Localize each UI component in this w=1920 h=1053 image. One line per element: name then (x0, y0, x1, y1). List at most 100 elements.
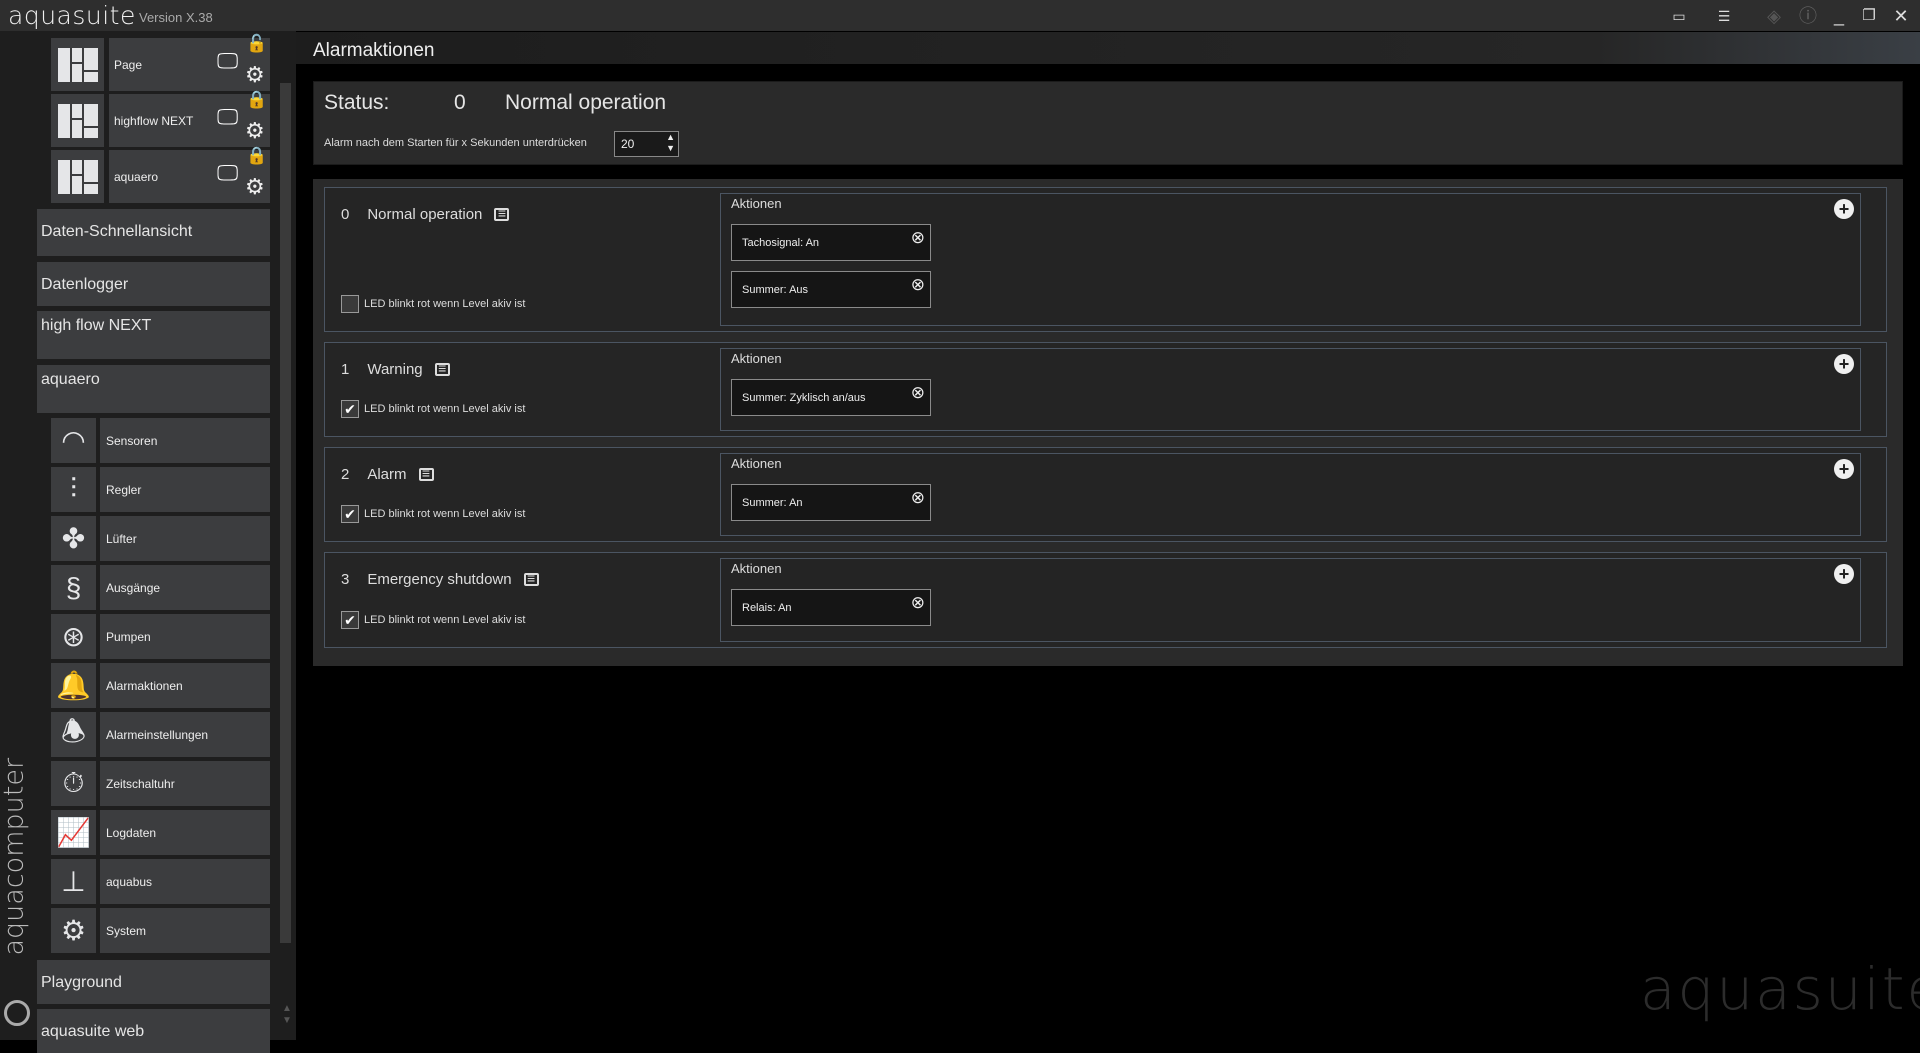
sidebar-item-label: Lüfter (106, 531, 137, 546)
action-chip[interactable]: Summer: Aus ⊗ (731, 271, 931, 308)
sidebar-item-2[interactable]: Lüfter (100, 516, 270, 561)
led-checkbox[interactable]: ✔ (341, 400, 359, 418)
layers-icon[interactable]: ◈ (1761, 4, 1787, 28)
timer-icon: ⏱ (62, 767, 85, 798)
title-bar: aquasuite Version X.38 ▭ ☰ ◈ ⓘ _ ❐ ✕ (0, 0, 1920, 31)
remove-action-icon[interactable]: ⊗ (911, 228, 925, 248)
add-action-button[interactable]: + (1834, 564, 1854, 584)
page-tile-icon[interactable] (51, 38, 104, 91)
lock-icon[interactable]: 🔒 (246, 146, 267, 166)
sidebar-item-8[interactable]: Logdaten (100, 810, 270, 855)
sub-item-icon-tile[interactable]: § (51, 565, 96, 610)
led-label: LED blinkt rot wenn Level akiv ist (364, 403, 526, 415)
led-label: LED blinkt rot wenn Level akiv ist (364, 614, 526, 626)
sub-item-icon-tile[interactable]: ⫶ (51, 467, 96, 512)
sidebar-item-7[interactable]: Zeitschaltuhr (100, 761, 270, 806)
monitor-icon[interactable]: 🖵 (217, 48, 238, 74)
sidebar-item-4[interactable]: Pumpen (100, 614, 270, 659)
sidebar-scrollbar[interactable] (280, 83, 291, 943)
restore-icon[interactable]: ❐ (1856, 4, 1882, 28)
sub-item-icon-tile[interactable]: ⏱ (51, 761, 96, 806)
watermark: aquasuite (1640, 955, 1920, 1023)
gear-icon[interactable]: ⚙ (245, 118, 265, 144)
compact-icon[interactable]: ☰ (1711, 4, 1737, 28)
page-item[interactable]: aquaero 🖵 🔒 ⚙ (109, 146, 270, 203)
app-title: aquasuite (8, 1, 136, 30)
info-icon[interactable]: ⓘ (1795, 4, 1821, 28)
gear-icon[interactable]: ⚙ (245, 62, 265, 88)
sidebar-item-0[interactable]: Sensoren (100, 418, 270, 463)
level-name: Emergency shutdown (367, 571, 512, 588)
page-label: highflow NEXT (114, 113, 194, 128)
remove-action-icon[interactable]: ⊗ (911, 383, 925, 403)
add-action-button[interactable]: + (1834, 354, 1854, 374)
actions-title: Aktionen (731, 456, 782, 471)
led-checkbox[interactable]: ✔ (341, 611, 359, 629)
sub-item-icon-tile[interactable]: ✤ (51, 516, 96, 561)
sidebar-item-label: aquabus (106, 874, 153, 889)
level-name: Alarm (367, 466, 407, 483)
sidebar-item-3[interactable]: Ausgänge (100, 565, 270, 610)
scroll-arrows-icon[interactable]: ▲ ▼ (282, 1003, 292, 1027)
sidebar-item-label: Logdaten (106, 825, 157, 840)
comment-icon[interactable]: ≡ (418, 466, 434, 481)
comment-icon[interactable]: ≡ (494, 206, 510, 221)
page-item[interactable]: Page 🖵 🔓 ⚙ (109, 34, 270, 91)
suppress-seconds-spinner[interactable]: 20 ▲ ▼ (614, 131, 679, 157)
remove-action-icon[interactable]: ⊗ (911, 593, 925, 613)
page-tile-icon[interactable] (51, 94, 104, 147)
version-label: Version X.38 (139, 10, 213, 25)
unlock-icon[interactable]: 🔓 (246, 34, 267, 54)
minimize-icon[interactable]: _ (1826, 4, 1852, 28)
fullscreen-icon[interactable]: ▭ (1666, 4, 1692, 28)
led-checkbox[interactable] (341, 295, 359, 313)
page-tile-icon[interactable] (51, 150, 104, 203)
nav-item[interactable]: Datenlogger (37, 262, 270, 306)
nav-item[interactable]: Playground (37, 960, 270, 1004)
add-action-button[interactable]: + (1834, 459, 1854, 479)
sidebar-item-5[interactable]: Alarmaktionen (100, 663, 270, 708)
add-action-button[interactable]: + (1834, 199, 1854, 219)
page-item[interactable]: highflow NEXT 🖵 🔒 ⚙ (109, 90, 270, 147)
action-chip[interactable]: Tachosignal: An ⊗ (731, 224, 931, 261)
sub-item-icon-tile[interactable]: ◠ (51, 418, 96, 463)
action-chip[interactable]: Summer: An ⊗ (731, 484, 931, 521)
sub-item-icon-tile[interactable]: 🕭 (51, 712, 96, 757)
nav-label: aquasuite web (41, 1023, 145, 1040)
network-icon: ⊥ (61, 866, 86, 897)
actions-panel: Aktionen + Summer: Zyklisch an/aus ⊗ (720, 348, 1861, 431)
comment-icon[interactable]: ≡ (523, 571, 539, 586)
action-chip[interactable]: Relais: An ⊗ (731, 589, 931, 626)
nav-item[interactable]: Daten-Schnellansicht (37, 209, 270, 256)
sidebar-item-9[interactable]: aquabus (100, 859, 270, 904)
alarm-level-3: 3 Emergency shutdown ≡ ✔ LED blinkt rot wenn… (324, 552, 1887, 648)
remove-action-icon[interactable]: ⊗ (911, 275, 925, 295)
lock-icon[interactable]: 🔒 (246, 90, 267, 110)
close-icon[interactable]: ✕ (1888, 4, 1914, 28)
nav-item[interactable]: aquaero (37, 365, 270, 413)
gear-icon: ⚙ (60, 915, 87, 946)
nav-item[interactable]: high flow NEXT (37, 311, 270, 359)
sub-item-icon-tile[interactable]: 🔔 (51, 663, 96, 708)
sub-item-icon-tile[interactable]: 📈 (51, 810, 96, 855)
sub-item-icon-tile[interactable]: ⚙ (51, 908, 96, 953)
gear-icon[interactable]: ⚙ (245, 174, 265, 200)
spinner-arrows-icon[interactable]: ▲ ▼ (666, 132, 675, 154)
sub-item-icon-tile[interactable]: ⊥ (51, 859, 96, 904)
sidebar-item-10[interactable]: System (100, 908, 270, 953)
status-panel: Status: 0 Normal operation Alarm nach de… (313, 81, 1903, 165)
sub-item-icon-tile[interactable]: ⊛ (51, 614, 96, 659)
nav-item[interactable]: aquasuite web (37, 1009, 270, 1053)
nav-label: Datenlogger (41, 276, 129, 293)
action-chip[interactable]: Summer: Zyklisch an/aus ⊗ (731, 379, 931, 416)
sidebar-item-label: Regler (106, 482, 142, 497)
monitor-icon[interactable]: 🖵 (217, 104, 238, 130)
sidebar-item-6[interactable]: Alarmeinstellungen (100, 712, 270, 757)
led-checkbox[interactable]: ✔ (341, 505, 359, 523)
remove-action-icon[interactable]: ⊗ (911, 488, 925, 508)
action-label: Summer: An (742, 497, 803, 509)
sidebar-item-1[interactable]: Regler (100, 467, 270, 512)
comment-icon[interactable]: ≡ (434, 361, 450, 376)
monitor-icon[interactable]: 🖵 (217, 160, 238, 186)
pump-icon: ⊛ (61, 621, 86, 652)
